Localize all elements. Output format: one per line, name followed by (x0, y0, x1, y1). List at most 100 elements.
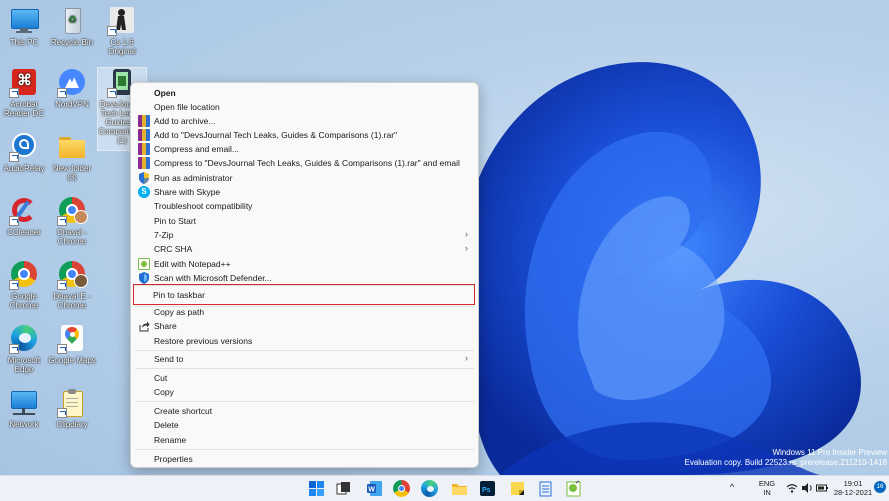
menu-item-copy-as-path[interactable]: Copy as path (135, 305, 474, 319)
uac-shield-icon (138, 172, 150, 184)
menu-item-delete[interactable]: Delete (135, 418, 474, 432)
menu-item-label: Delete (154, 420, 179, 430)
notepad-icon[interactable] (537, 480, 554, 497)
edge-icon (9, 324, 39, 354)
desktop-icon-label: Microsoft Edge (7, 356, 41, 374)
sticky-notes-icon[interactable] (509, 480, 526, 497)
wifi-icon[interactable] (786, 482, 798, 494)
notification-badge[interactable]: 16 (874, 481, 886, 493)
menu-item-properties[interactable]: Properties (135, 452, 474, 466)
desktop-icon-label: Acrobat Reader DC (3, 100, 44, 118)
menu-item-label: Pin to Start (154, 216, 197, 226)
menu-item-cut[interactable]: Cut (135, 371, 474, 385)
winrar-icon (138, 129, 150, 141)
desktop-icon-dhaval-chrome[interactable]: Dhaval - Chrome (48, 196, 96, 246)
file-explorer-icon[interactable] (451, 480, 468, 497)
desktop-icon-this-pc[interactable]: This PC (0, 6, 48, 47)
menu-item-troubleshoot-compatibility[interactable]: Troubleshoot compatibility (135, 199, 474, 213)
menu-separator (135, 401, 474, 402)
menu-item-open[interactable]: Open (135, 86, 474, 100)
menu-item-add-to-archive[interactable]: Add to archive... (135, 114, 474, 128)
winrar-icon (138, 143, 150, 155)
desktop-icon-audiorelay[interactable]: AudioRelay (0, 132, 48, 173)
menu-item-crc-sha[interactable]: CRC SHA › (135, 242, 474, 256)
winrar-icon (138, 115, 150, 127)
menu-item-label: Pin to taskbar (153, 289, 205, 300)
photoshop-icon[interactable]: Ps (479, 480, 496, 497)
menu-item-label: CRC SHA (154, 244, 193, 254)
volume-icon[interactable] (801, 482, 813, 494)
notepad-plus-plus-icon (138, 258, 150, 270)
menu-item-share-with-skype[interactable]: S Share with Skype (135, 185, 474, 199)
desktop-icon-microsoft-edge[interactable]: Microsoft Edge (0, 324, 48, 374)
menu-item-label: Add to "DevsJournal Tech Leaks, Guides &… (154, 130, 398, 140)
desktop-icon-new-folder[interactable]: New folder (3) (48, 132, 96, 182)
region-code: IN (763, 488, 771, 497)
task-view-icon[interactable] (335, 480, 352, 497)
menu-item-compress-to-rar-and-email[interactable]: Compress to "DevsJournal Tech Leaks, Gui… (135, 156, 474, 170)
menu-item-run-as-administrator[interactable]: Run as administrator (135, 171, 474, 185)
ccleaner-icon (9, 196, 39, 226)
acrobat-reader-icon: ⌘ (9, 68, 39, 98)
menu-item-label: Send to (154, 354, 184, 364)
desktop-icon-google-chrome[interactable]: Google Chrome (0, 260, 48, 310)
desktop-icon-label: CCleaner (7, 228, 41, 237)
desktop: This PC ♻ Recycle Bin Cs 1.6 Original ⌘ … (0, 0, 889, 475)
menu-item-label: Run as administrator (154, 173, 233, 183)
menu-item-7-zip[interactable]: 7-Zip › (135, 228, 474, 242)
edge-icon[interactable] (421, 480, 438, 497)
menu-separator (135, 368, 474, 369)
chrome-profile-icon (57, 196, 88, 226)
menu-item-open-file-location[interactable]: Open file location (135, 100, 474, 114)
desktop-icon-network[interactable]: Network (0, 388, 48, 429)
menu-item-pin-to-taskbar[interactable]: Pin to taskbar (133, 284, 475, 305)
menu-item-share[interactable]: Share (135, 319, 474, 333)
menu-item-label: Open file location (154, 102, 220, 112)
desktop-icon-acrobat[interactable]: ⌘ Acrobat Reader DC (0, 68, 48, 118)
menu-item-send-to[interactable]: Send to › (135, 352, 474, 366)
menu-separator (135, 449, 474, 450)
battery-icon[interactable] (816, 482, 828, 494)
menu-item-label: Rename (154, 435, 187, 445)
menu-item-rename[interactable]: Rename (135, 433, 474, 447)
network-icon (9, 388, 39, 418)
menu-item-pin-to-start[interactable]: Pin to Start (135, 214, 474, 228)
svg-text:W: W (368, 487, 375, 494)
desktop-icon-dhaval-e-chrome[interactable]: Dhaval E - Chrome (48, 260, 96, 310)
menu-item-label: Edit with Notepad++ (154, 259, 231, 269)
menu-item-edit-with-notepad-plus-plus[interactable]: Edit with Notepad++ (135, 257, 474, 271)
clock[interactable]: 19:01 28-12-2021 (832, 479, 874, 497)
word-icon[interactable]: W (366, 480, 383, 497)
desktop-icon-clipdiary[interactable]: Clipdiary (48, 388, 96, 429)
menu-item-copy[interactable]: Copy (135, 385, 474, 399)
menu-item-restore-previous-versions[interactable]: Restore previous versions (135, 334, 474, 348)
google-maps-icon (57, 324, 87, 354)
desktop-icon-label: Cs 1.6 Original (108, 38, 136, 56)
taskbar: W Ps ^ ENG IN 19:01 28-12-2021 16 (0, 475, 889, 501)
desktop-icon-label: Network (9, 420, 39, 429)
desktop-icon-ccleaner[interactable]: CCleaner (0, 196, 48, 237)
desktop-icon-nordvpn[interactable]: NordVPN (48, 68, 96, 109)
start-icon[interactable] (308, 480, 325, 497)
tray-overflow-chevron[interactable]: ^ (730, 483, 734, 492)
desktop-icon-cs-original[interactable]: Cs 1.6 Original (98, 6, 146, 56)
menu-item-add-to-rar[interactable]: Add to "DevsJournal Tech Leaks, Guides &… (135, 128, 474, 142)
menu-item-create-shortcut[interactable]: Create shortcut (135, 404, 474, 418)
clock-time: 19:01 (843, 479, 863, 488)
menu-item-label: Troubleshoot compatibility (154, 201, 253, 211)
desktop-icon-label: AudioRelay (3, 164, 45, 173)
desktop-icon-label: Google Maps (48, 356, 96, 365)
desktop-icon-google-maps[interactable]: Google Maps (48, 324, 96, 365)
menu-item-label: Share (154, 321, 177, 331)
language-indicator[interactable]: ENG IN (756, 479, 778, 497)
desktop-icon-label: NordVPN (55, 100, 89, 109)
desktop-icon-label: This PC (9, 38, 39, 47)
menu-item-scan-with-defender[interactable]: Scan with Microsoft Defender... (135, 271, 474, 285)
menu-item-compress-and-email[interactable]: Compress and email... (135, 142, 474, 156)
desktop-icon-label: Dhaval - Chrome (57, 228, 87, 246)
desktop-icon-recycle-bin[interactable]: ♻ Recycle Bin (48, 6, 96, 47)
menu-item-label: Properties (154, 454, 193, 464)
chrome-icon (9, 260, 39, 290)
notepad-plus-plus-icon[interactable] (565, 480, 582, 497)
chrome-icon[interactable] (393, 480, 410, 497)
